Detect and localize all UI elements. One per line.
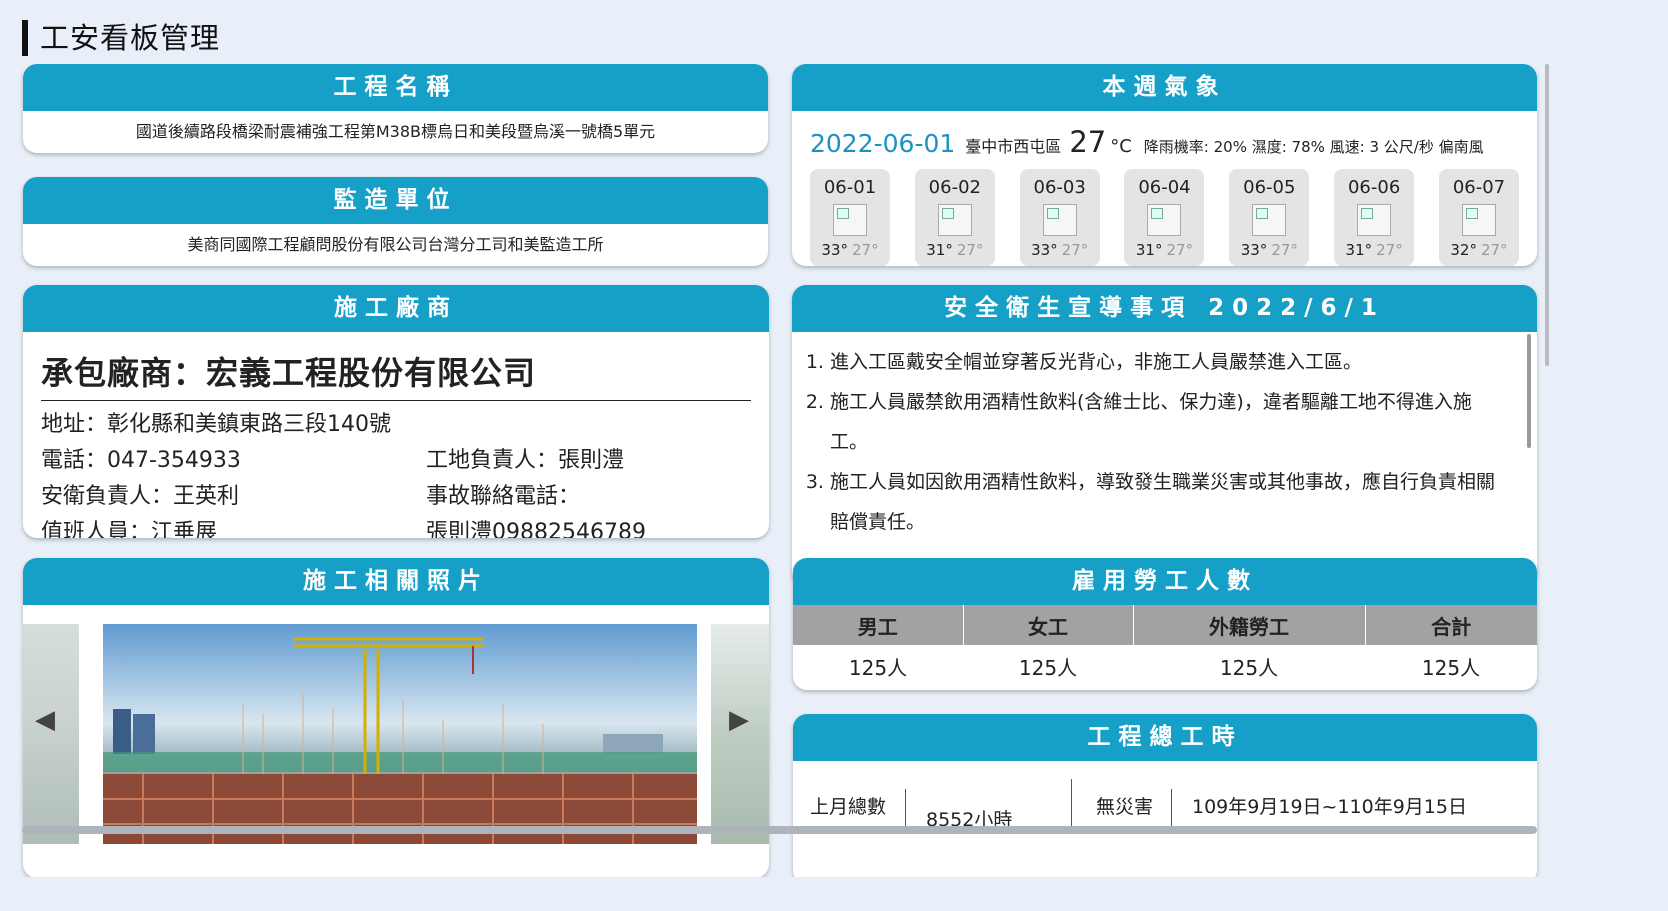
forecast-low: 27° [1166,241,1194,259]
photos-header: 施工相關照片 [23,558,769,605]
hours-body: 上月總數 8552小時 無災害 109年9月19日~110年9月15日 [793,761,1537,877]
page-title: 工安看板管理 [22,20,220,56]
weather-image-icon [1042,204,1077,236]
safety-list: 進入工區戴安全帽並穿著反光背心，非施工人員嚴禁進入工區。 施工人員嚴禁飲用酒精性… [806,342,1507,542]
weather-image-icon [1252,204,1287,236]
forecast-day: 06-01 33° 27° [810,169,890,266]
contractor-name: 承包廠商：宏義工程股份有限公司 [41,348,751,401]
site-manager: 工地負責人：張則澧 [426,448,625,473]
forecast-low: 27° [1480,241,1508,259]
safety-card: 安全衛生宣導事項 2022/6/1 進入工區戴安全帽並穿著反光背心，非施工人員嚴… [792,285,1537,585]
safety-list-container[interactable]: 進入工區戴安全帽並穿著反光背心，非施工人員嚴禁進入工區。 施工人員嚴禁飲用酒精性… [792,332,1537,542]
weather-image-icon [1147,204,1182,236]
weather-image-icon [1461,204,1496,236]
table-cell: 125人 [1421,655,1481,680]
column-header: 外籍勞工 [1133,605,1366,645]
forecast-high: 31° [1345,241,1373,259]
weather-header: 本週氣象 [792,64,1537,111]
column-header: 女工 [963,605,1134,645]
duty-staff: 值班人員：江垂展 [41,520,218,538]
forecast-date: 06-03 [1033,177,1086,198]
next-arrow-icon[interactable]: ▶ [729,705,749,735]
dashboard-viewport: 工程名稱 國道後續路段橋梁耐震補強工程第M38B標烏日和美段暨烏溪一號橋5單元 … [0,64,1668,877]
photo-carousel: ◀ ▶ [23,605,769,877]
weather-city: 臺中市西屯區 [965,137,1062,156]
forecast-low: 27° [956,241,984,259]
contractor-header: 施工廠商 [23,285,769,332]
weather-current: 2022-06-01 臺中市西屯區 27 °C 降雨機率: 20% 濕度: 78… [792,111,1537,159]
supervisor-card: 監造單位 美商同國際工程顧問股份有限公司台灣分工司和美監造工所 [23,177,768,266]
workers-header: 雇用勞工人數 [793,558,1537,605]
table-cell: 125人 [1219,655,1279,680]
forecast-day: 06-05 33° 27° [1229,169,1310,266]
hours-card: 工程總工時 上月總數 8552小時 無災害 109年9月19日~110年9月15… [793,714,1537,877]
forecast-high: 31° [1135,241,1163,259]
safety-item: 進入工區戴安全帽並穿著反光背心，非施工人員嚴禁進入工區。 [830,342,1507,382]
weather-card: 本週氣象 2022-06-01 臺中市西屯區 27 °C 降雨機率: 20% 濕… [792,64,1537,266]
accident-phone: 張則澧09882546789 [426,520,646,538]
horizontal-scrollbar[interactable] [22,826,1537,834]
contractor-address: 地址：彰化縣和美鎮東路三段140號 [41,412,391,437]
previous-arrow-icon[interactable]: ◀ [35,705,55,735]
weather-date: 2022-06-01 [810,129,956,158]
forecast-high: 33° [1031,241,1058,259]
weather-unit: °C [1110,136,1132,157]
project-header: 工程名稱 [23,64,768,111]
forecast-date: 06-06 [1347,177,1401,198]
forecast-high: 31° [926,241,953,259]
contractor-card: 施工廠商 承包廠商：宏義工程股份有限公司 地址：彰化縣和美鎮東路三段140號 電… [23,285,769,538]
forecast-day: 06-07 32° 27° [1438,169,1519,266]
accident-phone-label: 事故聯絡電話： [426,484,581,509]
workers-table: 男工 女工 外籍勞工 合計 125人 125人 125人 125人 [793,605,1537,687]
no-accident-range: 109年9月19日~110年9月15日 [1192,796,1467,818]
safety-manager: 安衛負責人：王英利 [41,484,240,509]
weather-image-icon [937,204,972,236]
contractor-phone: 電話：047-354933 [41,448,241,473]
forecast-day: 06-03 33° 27° [1019,169,1100,266]
project-card: 工程名稱 國道後續路段橋梁耐震補強工程第M38B標烏日和美段暨烏溪一號橋5單元 [23,64,768,153]
hours-header: 工程總工時 [793,714,1537,761]
forecast-low: 27° [852,241,879,259]
table-cell: 125人 [1018,655,1078,680]
safety-header: 安全衛生宣導事項 2022/6/1 [792,285,1537,332]
project-name: 國道後續路段橋梁耐震補強工程第M38B標烏日和美段暨烏溪一號橋5單元 [135,122,656,141]
workers-card: 雇用勞工人數 男工 女工 外籍勞工 合計 125人 125人 125人 125人 [793,558,1537,690]
last-month-label: 上月總數 [810,796,887,818]
weather-image-icon [1357,204,1392,236]
no-accident-label: 無災害 [1096,796,1154,818]
forecast-high: 33° [1240,241,1268,259]
table-row: 125人 125人 125人 125人 [793,645,1537,687]
forecast-high: 33° [821,241,848,259]
forecast-day: 06-06 31° 27° [1334,169,1415,266]
weather-image-icon [833,204,867,236]
contractor-body: 承包廠商：宏義工程股份有限公司 地址：彰化縣和美鎮東路三段140號 電話：047… [23,332,769,538]
weather-forecast: 06-01 33° 27° 06-02 31° 27° 06-03 33° 27° 0… [792,159,1537,266]
column-header: 男工 [793,605,964,645]
forecast-high: 32° [1450,241,1477,259]
supervisor-header: 監造單位 [23,177,768,224]
safety-item: 施工人員嚴禁飲用酒精性飲料(含維士比、保力達)，違者驅離工地不得進入施工。 [830,382,1507,462]
forecast-date: 06-01 [823,177,877,198]
weather-info: 降雨機率: 20% 濕度: 78% 風速: 3 公尺/秒 偏南風 [1143,138,1484,156]
supervisor-name: 美商同國際工程顧問股份有限公司台灣分工司和美監造工所 [187,235,604,254]
forecast-day: 06-02 31° 27° [914,169,995,266]
forecast-low: 27° [1376,241,1403,259]
forecast-day: 06-04 31° 27° [1124,169,1205,266]
forecast-low: 27° [1061,241,1089,259]
column-header: 合計 [1365,605,1537,645]
safety-item: 施工人員如因飲用酒精性飲料，導致發生職業災害或其他事故，應自行負責相關賠償責任。 [830,462,1507,542]
forecast-low: 27° [1271,241,1298,259]
table-cell: 125人 [848,655,908,680]
forecast-date: 06-04 [1138,177,1191,198]
forecast-date: 06-02 [928,177,981,198]
construction-photo [103,624,697,844]
forecast-date: 06-07 [1452,177,1506,198]
safety-scrollbar[interactable] [1527,334,1531,448]
forecast-date: 06-05 [1243,177,1296,198]
construction-site-image [103,624,697,844]
weather-temp: 27 [1069,125,1107,159]
